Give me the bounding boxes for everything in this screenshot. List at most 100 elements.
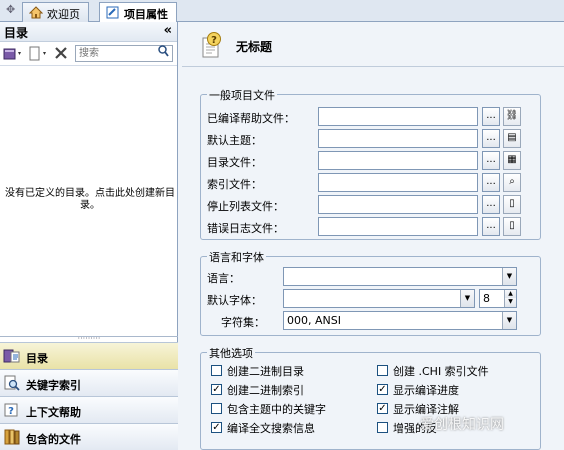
font-size-value: 8 — [483, 292, 490, 305]
language-row: 语言： ▼ — [207, 267, 535, 287]
font-select[interactable]: ▼ — [283, 289, 475, 308]
option-label: 创建二进制目录 — [227, 365, 304, 378]
option-label: 创建 .CHI 索引文件 — [393, 365, 489, 378]
field-label: 默认主题： — [207, 134, 262, 147]
browse-button[interactable]: ... — [482, 195, 500, 214]
field-label: 错误日志文件： — [207, 222, 284, 235]
compiled-file-row: 已编译帮助文件： ... ⛓ — [207, 107, 535, 127]
checkbox[interactable] — [211, 365, 222, 376]
svg-text:?: ? — [8, 406, 14, 417]
add-page-icon[interactable] — [28, 46, 48, 62]
toc-panel: 目录 « 没有已定义的目录。点击此处创建新目录。 ········· — [0, 22, 178, 450]
watermark: 爱创根知识网 — [420, 417, 504, 433]
index-icon — [4, 375, 20, 391]
context-help-icon: ? — [4, 403, 18, 417]
tab-label: 项目属性 — [124, 8, 168, 21]
tab-bar: ✥ 欢迎页 项目属性 — [0, 0, 564, 23]
field-label: 语言： — [207, 272, 240, 285]
nav-item-context-help[interactable]: ? 上下文帮助 — [0, 396, 178, 423]
compiled-file-field[interactable] — [318, 107, 478, 126]
tab-label: 欢迎页 — [47, 8, 80, 21]
charset-row: 字符集： 000, ANSI ▼ — [207, 311, 535, 331]
default-topic-field[interactable] — [318, 129, 478, 148]
group-title: 语言和字体 — [207, 249, 266, 265]
index-file-icon[interactable]: ⌕ — [503, 173, 521, 192]
field-label: 目录文件： — [207, 156, 262, 169]
browse-button[interactable]: ... — [482, 129, 500, 148]
checkbox[interactable] — [377, 422, 388, 433]
toc-toolbar — [0, 42, 177, 66]
nav-label: 目录 — [26, 352, 48, 365]
nav-item-included-files[interactable]: 包含的文件 — [0, 423, 178, 450]
included-files-icon — [4, 429, 20, 445]
document-icon[interactable]: ▯ — [503, 195, 521, 214]
browse-button[interactable]: ... — [482, 107, 500, 126]
charset-select[interactable]: 000, ANSI ▼ — [283, 311, 517, 330]
group-title: 一般项目文件 — [207, 87, 277, 103]
chevron-down-icon[interactable]: ▼ — [502, 312, 516, 329]
checkbox-checked[interactable]: ✓ — [377, 403, 388, 414]
browse-button[interactable]: ... — [482, 217, 500, 236]
error-log-row: 错误日志文件： ... ▯ — [207, 217, 535, 237]
checkbox-checked[interactable]: ✓ — [377, 384, 388, 395]
nav-item-toc[interactable]: 目录 — [0, 342, 178, 369]
language-select[interactable]: ▼ — [283, 267, 517, 286]
option-label: 编译全文搜索信息 — [227, 422, 315, 435]
toc-file-row: 目录文件： ... ▦ — [207, 151, 535, 171]
other-options-group: 其他选项 创建二进制目录 创建 .CHI 索引文件 ✓ 创建二进制索引 ✓ 显示… — [200, 345, 541, 450]
nav-label: 包含的文件 — [26, 433, 81, 446]
error-log-field[interactable] — [318, 217, 478, 236]
chevron-down-icon[interactable]: ▼ — [502, 268, 516, 285]
language-font-group: 语言和字体 语言： ▼ 默认字体： ▼ 8 ▲ ▼ 字符集： 000, ANSI — [200, 249, 541, 336]
navigation-list: 目录 关键字索引 ? 上下文帮助 包含的文件 — [0, 342, 178, 450]
charset-value: 000, ANSI — [287, 314, 341, 327]
field-label: 已编译帮助文件： — [207, 112, 295, 125]
delete-icon[interactable] — [54, 46, 68, 60]
browse-button[interactable]: ... — [482, 151, 500, 170]
toc-file-field[interactable] — [318, 151, 478, 170]
decrement-icon[interactable]: ▼ — [504, 298, 516, 307]
group-title: 其他选项 — [207, 345, 255, 361]
document-icon[interactable]: ▯ — [503, 217, 521, 236]
topic-icon[interactable]: ▤ — [503, 129, 521, 148]
option-label: 包含主题中的关键字 — [227, 403, 326, 416]
empty-toc-message[interactable]: 没有已定义的目录。点击此处创建新目录。 — [4, 188, 176, 212]
nav-label: 关键字索引 — [26, 379, 81, 392]
add-book-icon[interactable] — [3, 46, 23, 62]
toc-icon — [3, 349, 20, 363]
nav-label: 上下文帮助 — [26, 406, 81, 419]
tab-project-properties[interactable]: 项目属性 — [99, 2, 177, 23]
checkbox[interactable] — [377, 365, 388, 376]
index-file-row: 索引文件： ... ⌕ — [207, 173, 535, 193]
project-properties-panel: ? 无标题 一般项目文件 已编译帮助文件： ... ⛓ 默认主题： ... ▤ … — [182, 22, 564, 450]
link-icon[interactable]: ⛓ — [503, 107, 521, 126]
toc-panel-header: 目录 « — [0, 22, 177, 42]
font-row: 默认字体： ▼ 8 ▲ ▼ — [207, 289, 535, 309]
stoplist-file-row: 停止列表文件： ... ▯ — [207, 195, 535, 215]
panel-title: 目录 — [4, 26, 29, 40]
default-topic-row: 默认主题： ... ▤ — [207, 129, 535, 149]
browse-button[interactable]: ... — [482, 173, 500, 192]
collapse-panel-button[interactable]: « — [164, 23, 172, 38]
field-label: 默认字体： — [207, 294, 262, 307]
field-label: 索引文件： — [207, 178, 262, 191]
checkbox[interactable] — [211, 403, 222, 414]
checkbox-checked[interactable]: ✓ — [211, 384, 222, 395]
font-size-stepper[interactable]: 8 ▲ ▼ — [479, 289, 517, 308]
svg-text:?: ? — [211, 35, 217, 46]
option-label: 创建二进制索引 — [227, 384, 304, 397]
nav-item-keyword-index[interactable]: 关键字索引 — [0, 369, 178, 396]
header-divider — [182, 66, 564, 67]
toc-file-icon[interactable]: ▦ — [503, 151, 521, 170]
stoplist-file-field[interactable] — [318, 195, 478, 214]
chevron-down-icon[interactable]: ▼ — [460, 290, 474, 307]
checkbox-checked[interactable]: ✓ — [211, 422, 222, 433]
new-tab-icon[interactable]: ✥ — [6, 3, 15, 16]
general-files-group: 一般项目文件 已编译帮助文件： ... ⛓ 默认主题： ... ▤ 目录文件： … — [200, 87, 541, 240]
tab-welcome[interactable]: 欢迎页 — [22, 2, 89, 22]
field-label: 字符集： — [221, 316, 265, 329]
properties-icon — [106, 6, 119, 19]
index-file-field[interactable] — [318, 173, 478, 192]
home-icon — [29, 6, 43, 19]
search-icon[interactable] — [158, 45, 169, 57]
